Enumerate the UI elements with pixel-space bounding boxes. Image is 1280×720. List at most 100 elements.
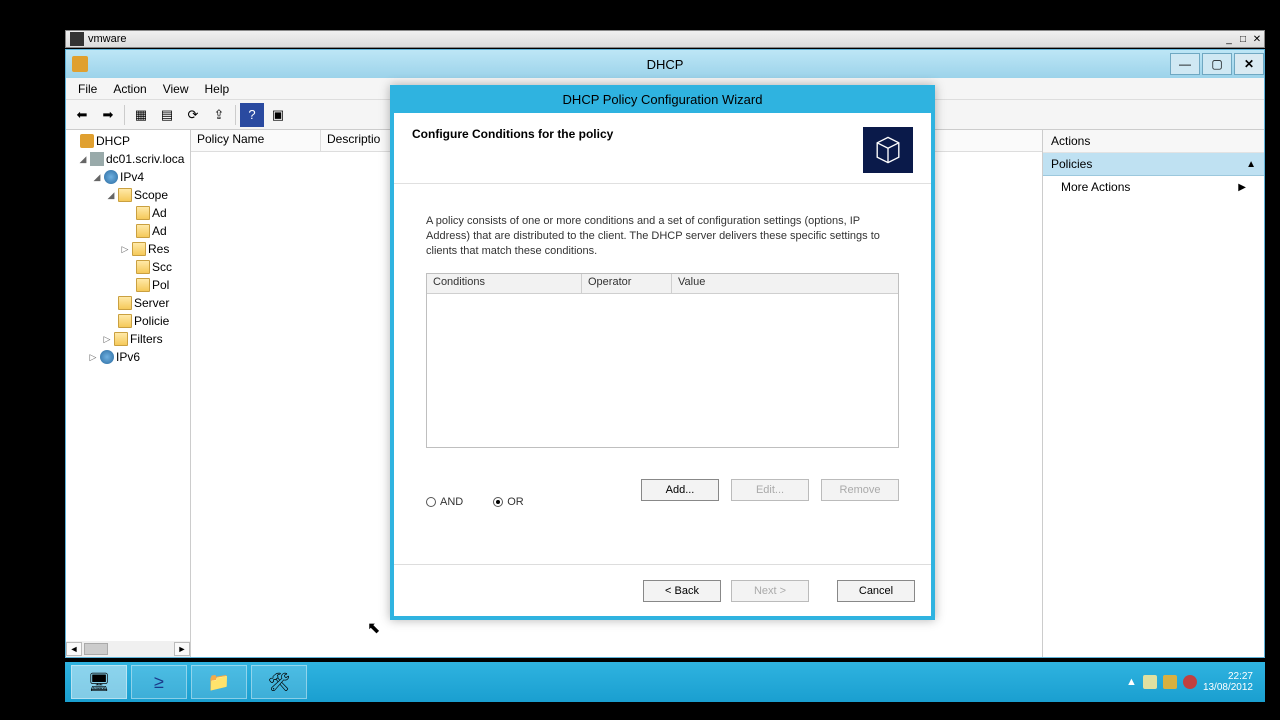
dhcp-titlebar: DHCP — ▢ ✕ (66, 50, 1264, 78)
tree-filters[interactable]: ▷Filters (66, 330, 190, 348)
refresh-icon[interactable]: ⟳ (181, 103, 205, 127)
task-powershell[interactable]: ≥ (131, 665, 187, 699)
folder-icon (136, 224, 150, 238)
wizard-description: A policy consists of one or more conditi… (426, 214, 899, 259)
radio-icon (493, 497, 503, 507)
help-icon[interactable]: ? (240, 103, 264, 127)
folder-icon (118, 188, 132, 202)
submenu-arrow-icon: ▶ (1238, 182, 1246, 193)
col-value[interactable]: Value (672, 274, 898, 293)
separator (235, 105, 236, 125)
actions-panel: Actions Policies ▲ More Actions ▶ (1042, 130, 1264, 657)
tree-scope[interactable]: ◢Scope (66, 186, 190, 204)
col-operator[interactable]: Operator (582, 274, 672, 293)
col-conditions[interactable]: Conditions (427, 274, 582, 293)
add-button[interactable]: Add... (641, 479, 719, 501)
folder-icon (118, 314, 132, 328)
tray-time: 22:27 (1203, 671, 1253, 682)
tree-item[interactable]: Ad (66, 222, 190, 240)
wizard-heading: Configure Conditions for the policy (412, 127, 613, 141)
menu-file[interactable]: File (70, 80, 105, 98)
actions-section-label: Policies (1051, 157, 1092, 171)
edit-button[interactable]: Edit... (731, 479, 809, 501)
task-dhcp[interactable]: 🛠 (251, 665, 307, 699)
dhcp-title: DHCP (66, 57, 1264, 72)
dhcp-icon (80, 134, 94, 148)
tree-policies[interactable]: Policie (66, 312, 190, 330)
tree-scrollbar[interactable]: ◄ ► (66, 641, 190, 657)
tray-up-icon[interactable]: ▲ (1126, 676, 1137, 688)
more-actions-label: More Actions (1061, 180, 1130, 194)
actions-title: Actions (1043, 130, 1264, 153)
back-icon[interactable]: ⬅ (70, 103, 94, 127)
vmware-window-controls: _ □ ✕ (1222, 34, 1264, 45)
globe-icon (104, 170, 118, 184)
conditions-header: Conditions Operator Value (427, 274, 898, 294)
wizard-footer: < Back Next > Cancel (394, 564, 931, 616)
tree-ipv6[interactable]: ▷IPv6 (66, 348, 190, 366)
scroll-right-icon[interactable]: ► (174, 642, 190, 656)
wizard-body: A policy consists of one or more conditi… (394, 184, 931, 564)
vmware-close-icon[interactable]: ✕ (1250, 34, 1264, 45)
tree-server[interactable]: ◢dc01.scriv.loca (66, 150, 190, 168)
taskbar[interactable]: 🖥 ≥ 📁 🛠 ▲ 22:27 13/08/2012 (65, 662, 1265, 702)
task-explorer[interactable]: 📁 (191, 665, 247, 699)
tree-root[interactable]: DHCP (66, 132, 190, 150)
show-hide-icon[interactable]: ▦ (129, 103, 153, 127)
tray-shield-icon[interactable] (1163, 675, 1177, 689)
tray-network-icon[interactable] (1183, 675, 1197, 689)
wizard-title: DHCP Policy Configuration Wizard (390, 85, 935, 113)
vmware-title: vmware (88, 33, 127, 45)
dhcp-app-icon (72, 56, 88, 72)
vmware-min-icon[interactable]: _ (1222, 34, 1236, 45)
tree-item[interactable]: Pol (66, 276, 190, 294)
tree-item[interactable]: Ad (66, 204, 190, 222)
tray-clock[interactable]: 22:27 13/08/2012 (1203, 671, 1259, 693)
forward-icon[interactable]: ➡ (96, 103, 120, 127)
tree-item[interactable]: Scc (66, 258, 190, 276)
tree-ipv4[interactable]: ◢IPv4 (66, 168, 190, 186)
close-button[interactable]: ✕ (1234, 53, 1264, 75)
folder-icon (136, 260, 150, 274)
collapse-icon[interactable]: ▲ (1246, 159, 1256, 170)
server-icon (90, 152, 104, 166)
menu-view[interactable]: View (155, 80, 197, 98)
next-button[interactable]: Next > (731, 580, 809, 602)
maximize-button[interactable]: ▢ (1202, 53, 1232, 75)
tree-panel[interactable]: DHCP ◢dc01.scriv.loca ◢IPv4 ◢Scope Ad Ad… (66, 130, 191, 657)
tray-flag-icon[interactable] (1143, 675, 1157, 689)
actions-section[interactable]: Policies ▲ (1043, 153, 1264, 176)
scroll-left-icon[interactable]: ◄ (66, 642, 82, 656)
folder-icon (118, 296, 132, 310)
globe-icon (100, 350, 114, 364)
prop-icon[interactable]: ▤ (155, 103, 179, 127)
vmware-max-icon[interactable]: □ (1236, 34, 1250, 45)
conditions-table[interactable]: Conditions Operator Value (426, 273, 899, 448)
menu-help[interactable]: Help (197, 80, 238, 98)
export-icon[interactable]: ⇪ (207, 103, 231, 127)
menu-action[interactable]: Action (105, 80, 154, 98)
policy-wizard-dialog: DHCP Policy Configuration Wizard Configu… (390, 85, 935, 620)
tray-date: 13/08/2012 (1203, 682, 1253, 693)
logic-radios: AND OR (426, 496, 524, 508)
wizard-header: Configure Conditions for the policy (394, 113, 931, 184)
folder-icon (132, 242, 146, 256)
radio-or[interactable]: OR (493, 496, 524, 508)
task-server-manager[interactable]: 🖥 (71, 665, 127, 699)
more-actions[interactable]: More Actions ▶ (1043, 176, 1264, 198)
col-policy-name[interactable]: Policy Name (191, 130, 321, 151)
window-controls: — ▢ ✕ (1168, 53, 1264, 75)
tree-item[interactable]: ▷Res (66, 240, 190, 258)
system-tray[interactable]: ▲ 22:27 13/08/2012 (1126, 671, 1259, 693)
back-button[interactable]: < Back (643, 580, 721, 602)
vmware-icon (70, 32, 84, 46)
radio-icon (426, 497, 436, 507)
radio-and[interactable]: AND (426, 496, 463, 508)
scroll-thumb[interactable] (84, 643, 108, 655)
extra-icon[interactable]: ▣ (266, 103, 290, 127)
cancel-button[interactable]: Cancel (837, 580, 915, 602)
minimize-button[interactable]: — (1170, 53, 1200, 75)
remove-button[interactable]: Remove (821, 479, 899, 501)
folder-icon (114, 332, 128, 346)
tree-server-options[interactable]: Server (66, 294, 190, 312)
